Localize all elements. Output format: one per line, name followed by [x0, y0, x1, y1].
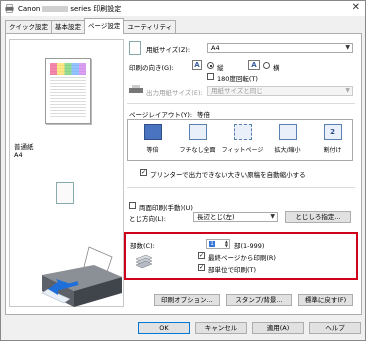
layout-item-normal[interactable]: 等倍	[130, 122, 175, 160]
tab-maintenance[interactable]: ユーティリティ	[123, 20, 177, 34]
redacted-model-name	[42, 6, 69, 12]
help-button[interactable]: ヘルプ	[309, 322, 361, 334]
copies-section: 部数(C): 1 ▲ ▼ 部(1-999) ✓ 最終ページから印刷(R) ✓ 部単位…	[124, 232, 358, 280]
normal-size-icon	[143, 124, 162, 140]
title-bar: Canon series 印刷設定 ✕	[1, 1, 365, 16]
page-preview	[45, 58, 91, 124]
printing-preferences-window: Canon series 印刷設定 ✕ クイック設定 基本設定 ページ設定 ユーテ…	[0, 0, 366, 341]
portrait-radio[interactable]	[207, 62, 214, 69]
copies-range: 部(1-999)	[234, 242, 265, 250]
media-size-name: A4	[14, 151, 23, 159]
duplex-label: 両面印刷(手動)(U)	[139, 204, 193, 212]
chevron-down-icon: ▼	[345, 87, 350, 94]
auto-reduce-label: プリンターで出力できない大きい原稿を自動縮小する	[150, 171, 306, 179]
page-size-select[interactable]: A4 ▼	[207, 43, 353, 53]
layout-item-page-layout[interactable]: 2 割付け	[310, 122, 355, 160]
rotate-180-label: 180度回転(T)	[217, 75, 258, 83]
separator	[127, 187, 355, 188]
scaled-icon	[278, 124, 297, 140]
binding-margin-button[interactable]: とじしろ指定...	[285, 211, 351, 223]
output-size-select[interactable]: 用紙サイズと同じ ▼	[207, 86, 353, 96]
window-title-prefix: Canon	[18, 5, 41, 13]
layout-item-fit-to-page[interactable]: フィットページ	[220, 122, 265, 160]
output-size-label: 出力用紙サイズ(E):	[146, 89, 203, 97]
landscape-radio[interactable]	[263, 62, 270, 69]
layout-item-scaled[interactable]: 拡大/縮小	[265, 122, 310, 160]
spin-arrows-icon[interactable]: ▲ ▼	[225, 240, 228, 248]
fit-to-page-icon	[233, 124, 252, 140]
layout-item-borderless[interactable]: フチなし全面	[175, 122, 220, 160]
duplex-checkbox[interactable]	[129, 202, 136, 209]
layout-item-label: 拡大/縮小	[274, 147, 301, 154]
window-title-suffix: series 印刷設定	[70, 5, 122, 13]
preview-image-band	[50, 63, 86, 75]
tab-quick-setup[interactable]: クイック設定	[5, 20, 52, 34]
page-layout-current: 等倍	[197, 111, 210, 119]
portrait-label: 縦	[217, 64, 224, 72]
page-layout-2up-icon: 2	[323, 124, 342, 140]
ok-button[interactable]: OK	[138, 322, 190, 334]
page-size-label: 用紙サイズ(Z):	[146, 46, 191, 54]
printer-small-icon	[129, 85, 143, 93]
preview-area: 普通紙 A4	[9, 39, 124, 307]
paper-source-icon	[56, 182, 74, 204]
last-page-first-label: 最終ページから印刷(R)	[208, 254, 276, 262]
separator	[127, 103, 355, 104]
layout-item-label: 等倍	[146, 147, 159, 154]
tab-strip: クイック設定 基本設定 ページ設定 ユーティリティ	[5, 18, 177, 34]
portrait-orientation-icon: A	[192, 60, 202, 70]
page-size-value: A4	[211, 44, 220, 52]
copies-spinbox[interactable]: 1 ▲ ▼	[206, 239, 230, 249]
page-layout-label: ページレイアウト(Y):	[129, 111, 193, 119]
layout-item-label: フチなし全面	[179, 147, 216, 154]
page-size-icon	[129, 41, 141, 55]
cancel-button[interactable]: キャンセル	[195, 322, 247, 334]
orientation-label: 印刷の向き(G):	[129, 64, 174, 72]
window-title: Canon series 印刷設定	[18, 4, 121, 14]
chevron-down-icon: ▼	[270, 213, 275, 220]
auto-reduce-checkbox[interactable]: ✓	[140, 169, 147, 176]
last-page-first-checkbox[interactable]: ✓	[198, 252, 205, 259]
close-icon[interactable]: ✕	[352, 2, 360, 13]
media-type-name: 普通紙	[14, 143, 34, 151]
page-stack-icon	[135, 254, 153, 269]
defaults-button[interactable]: 標準に戻す(F)	[298, 294, 353, 306]
rotate-180-checkbox[interactable]	[207, 73, 214, 80]
borderless-icon	[188, 124, 207, 140]
chevron-down-icon: ▼	[345, 44, 350, 51]
tab-main[interactable]: 基本設定	[51, 20, 85, 34]
layout-item-label: フィットページ	[221, 147, 264, 154]
page-layout-list: 等倍 フチなし全面 フィットページ 拡大/縮小 2 割付け	[127, 119, 353, 161]
apply-button[interactable]: 適用(A)	[252, 322, 304, 334]
printer-illustration-icon	[41, 246, 122, 307]
landscape-orientation-icon: A	[248, 60, 260, 70]
copies-label: 部数(C):	[130, 242, 155, 250]
binding-label: とじ方向(L):	[129, 215, 166, 223]
layout-item-label: 割付け	[323, 147, 342, 154]
print-options-button[interactable]: 印刷オプション...	[154, 294, 220, 306]
collate-checkbox[interactable]: ✓	[198, 264, 205, 271]
copies-value: 1	[209, 240, 215, 247]
binding-select[interactable]: 長辺とじ(左) ▼	[193, 212, 278, 222]
stamp-background-button[interactable]: スタンプ/背景...	[226, 294, 292, 306]
collate-label: 部単位で印刷(T)	[208, 266, 257, 274]
landscape-label: 横	[273, 64, 280, 72]
binding-value: 長辺とじ(左)	[197, 213, 235, 221]
tab-page-setup[interactable]: ページ設定	[84, 18, 125, 34]
output-size-value: 用紙サイズと同じ	[211, 87, 263, 95]
printer-app-icon	[5, 4, 14, 13]
media-type-label: 普通紙 A4	[14, 143, 34, 159]
